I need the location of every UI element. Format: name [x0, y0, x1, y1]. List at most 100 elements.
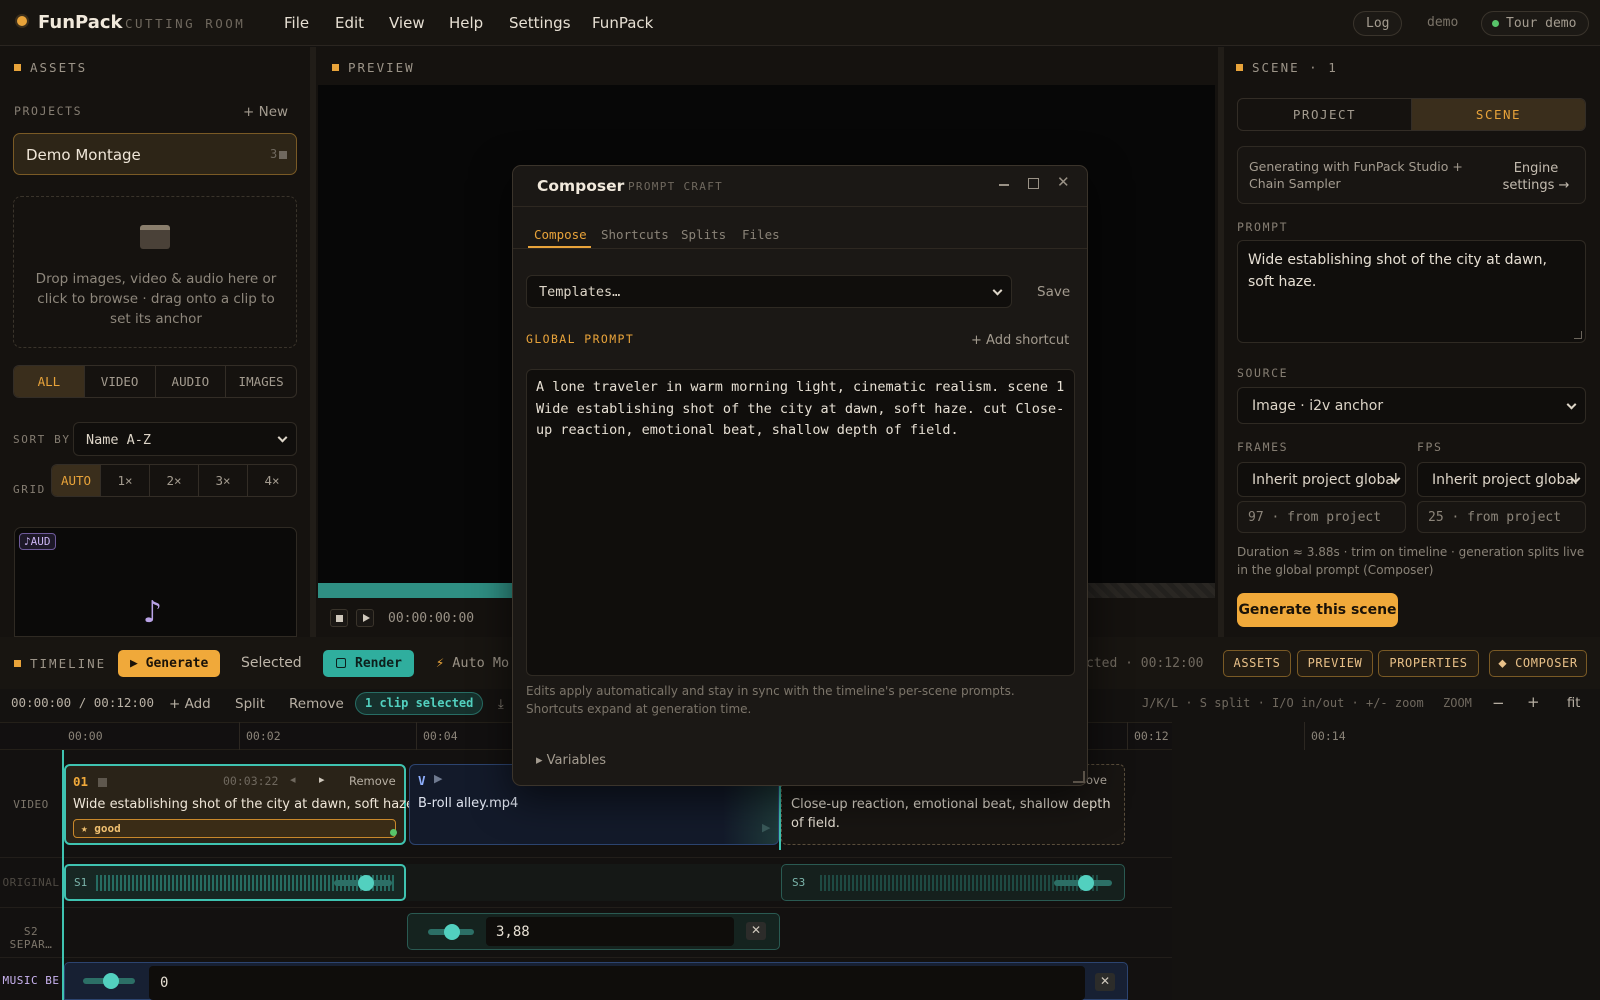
audio-clip-s3[interactable]: S3 — [781, 864, 1125, 901]
menu-file[interactable]: File — [284, 14, 309, 32]
prev-frame-icon[interactable]: ◂ — [290, 773, 296, 786]
slider-knob[interactable] — [1078, 875, 1094, 891]
frames-select-value: Inherit project global — [1252, 472, 1398, 488]
zoom-out-button[interactable]: − — [1492, 694, 1505, 712]
slider-knob[interactable] — [444, 924, 460, 940]
filter-audio[interactable]: AUDIO — [156, 366, 227, 397]
variables-toggle[interactable]: ▸ Variables — [536, 753, 606, 768]
scene-prompt-textarea[interactable]: Wide establishing shot of the city at da… — [1237, 240, 1586, 343]
tab-project[interactable]: PROJECT — [1238, 99, 1412, 130]
audio-clip-s1[interactable]: S1 — [64, 864, 406, 901]
ruler-tick: 00:02 — [246, 729, 281, 743]
grid-1x[interactable]: 1× — [101, 465, 150, 496]
global-prompt-label: GLOBAL PROMPT — [526, 332, 635, 346]
generate-scene-button[interactable]: Generate this scene — [1237, 593, 1398, 627]
play-clip-icon[interactable]: ▶ — [434, 772, 442, 785]
menu-help[interactable]: Help — [449, 14, 483, 32]
toggle-properties[interactable]: PROPERTIES — [1378, 650, 1479, 677]
tab-compose[interactable]: Compose — [534, 227, 587, 242]
volume-slider[interactable] — [1054, 875, 1112, 891]
add-shortcut-button[interactable]: + Add shortcut — [971, 333, 1069, 348]
grid-auto[interactable]: AUTO — [52, 465, 101, 496]
download-icon[interactable]: ⤓ — [498, 697, 504, 712]
close-icon[interactable]: ✕ — [1057, 173, 1070, 191]
tab-splits[interactable]: Splits — [681, 227, 726, 242]
tab-shortcuts[interactable]: Shortcuts — [601, 227, 669, 242]
clip-remove-button[interactable]: Remove — [349, 774, 396, 788]
menu-edit[interactable]: Edit — [335, 14, 364, 32]
audio-clip-s2[interactable]: 3,88 ✕ — [407, 913, 780, 950]
timeline-playhead[interactable] — [62, 750, 64, 1000]
filter-video[interactable]: VIDEO — [85, 366, 156, 397]
toggle-preview[interactable]: PREVIEW — [1297, 650, 1373, 677]
menu-settings[interactable]: Settings — [509, 14, 571, 32]
frames-input[interactable]: 97 · from project — [1237, 501, 1406, 533]
slider-knob[interactable] — [103, 973, 119, 989]
split-button[interactable]: Split — [235, 696, 265, 712]
generate-button[interactable]: ▶ Generate — [118, 650, 221, 677]
grid-3x[interactable]: 3× — [199, 465, 248, 496]
menu-funpack[interactable]: FunPack — [592, 14, 653, 32]
play-button[interactable] — [356, 609, 374, 627]
menu-view[interactable]: View — [389, 14, 425, 32]
user-label: demo — [1427, 15, 1459, 30]
global-prompt-textarea[interactable]: A lone traveler in warm morning light, c… — [526, 369, 1075, 676]
remove-button[interactable]: Remove — [289, 696, 344, 712]
project-name: Demo Montage — [26, 146, 141, 164]
toggle-assets[interactable]: ASSETS — [1223, 650, 1291, 677]
music-gain-input[interactable]: 0 — [149, 966, 1085, 1000]
slider-knob[interactable] — [358, 875, 374, 891]
play-clip-icon[interactable]: ▸ — [319, 773, 325, 786]
fps-select[interactable]: Inherit project global — [1417, 462, 1586, 497]
volume-slider[interactable] — [428, 924, 474, 940]
close-icon[interactable]: ✕ — [746, 922, 766, 940]
asset-thumbnail-audio[interactable]: ♪AUD ♪ — [14, 527, 297, 637]
grid-2x[interactable]: 2× — [150, 465, 199, 496]
maximize-icon[interactable] — [1028, 178, 1039, 189]
zoom-in-button[interactable]: + — [1527, 693, 1540, 711]
filter-images[interactable]: IMAGES — [226, 366, 296, 397]
scene-tabs: PROJECT SCENE — [1237, 98, 1586, 131]
drop-zone[interactable]: Drop images, video & audio here or click… — [13, 196, 297, 348]
fps-input[interactable]: 25 · from project — [1417, 501, 1586, 533]
fps-select-value: Inherit project global — [1432, 472, 1578, 488]
split-time-input[interactable]: 3,88 — [486, 917, 734, 946]
resize-handle-icon[interactable] — [1574, 331, 1582, 339]
project-item-demo-montage[interactable]: Demo Montage 3 — [13, 133, 297, 175]
rating-badge[interactable]: ★ good — [73, 819, 396, 838]
new-project-button[interactable]: + New — [243, 104, 288, 120]
stop-button[interactable] — [330, 609, 348, 627]
selected-button[interactable]: Selected — [229, 650, 314, 677]
filter-all[interactable]: ALL — [14, 366, 85, 397]
music-clip[interactable]: 0 ✕ — [64, 962, 1128, 1000]
log-button[interactable]: Log — [1353, 11, 1403, 36]
track-label-original: ORIGINAL — [2, 876, 60, 889]
render-button[interactable]: Render — [323, 650, 414, 677]
auto-mode-toggle[interactable]: ⚡ Auto Mo — [424, 650, 521, 677]
sort-select[interactable]: Name A-Z — [73, 422, 297, 456]
toggle-composer[interactable]: ⬥ COMPOSER — [1489, 650, 1587, 677]
tour-demo-button[interactable]: Tour demo — [1481, 11, 1590, 36]
clip-remove-button[interactable]: ove — [1086, 773, 1107, 787]
global-prompt-value: A lone traveler in warm morning light, c… — [536, 379, 1065, 438]
track-label-music: MUSIC BE — [2, 974, 60, 987]
add-clip-button[interactable]: + Add — [169, 696, 211, 712]
templates-select[interactable]: Templates… — [526, 275, 1012, 308]
preview-timecode: 00:00:00:00 — [388, 611, 475, 626]
grid-4x[interactable]: 4× — [248, 465, 296, 496]
tab-files[interactable]: Files — [742, 227, 780, 242]
frames-select[interactable]: Inherit project global — [1237, 462, 1406, 497]
resize-handle-icon[interactable] — [1073, 771, 1085, 783]
engine-settings-link[interactable]: Engine settings → — [1490, 160, 1582, 194]
square-icon — [332, 64, 339, 71]
zoom-fit-button[interactable]: fit — [1567, 696, 1580, 711]
close-icon[interactable]: ✕ — [1095, 973, 1115, 991]
tab-scene[interactable]: SCENE — [1412, 99, 1585, 130]
minimize-icon[interactable] — [999, 184, 1009, 186]
save-template-button[interactable]: Save — [1037, 284, 1070, 300]
source-select[interactable]: Image · i2v anchor — [1237, 387, 1586, 424]
volume-slider[interactable] — [83, 973, 135, 989]
project-count: 3 — [270, 147, 278, 161]
volume-slider[interactable] — [334, 875, 392, 891]
video-clip-1[interactable]: 01 00:03:22 ◂ ▸ Remove Wide establishing… — [64, 764, 418, 845]
